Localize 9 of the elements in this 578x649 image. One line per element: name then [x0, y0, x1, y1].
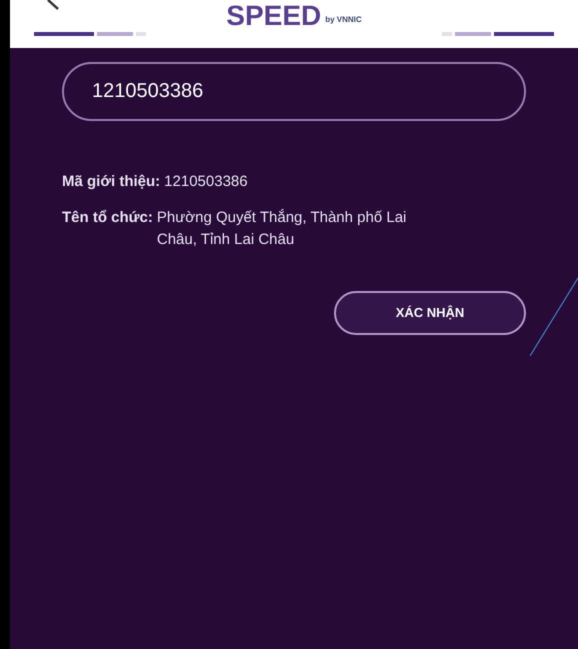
app-logo: SPEED [226, 2, 322, 30]
field-value: Phường Quyết Thắng, Thành phố Lai Châu, Tỉnh Lai Châu [156, 208, 408, 250]
confirm-button[interactable]: XÁC NHẬN [334, 291, 526, 335]
code-input-field[interactable]: 1210503386 [62, 62, 526, 121]
logo-tagline: by VNNIC [325, 14, 362, 26]
back-icon[interactable] [46, 0, 60, 10]
field-label: Tên tổ chức: [62, 208, 153, 228]
field-label: Mã giới thiệu: [62, 172, 160, 192]
field-value: 1210503386 [164, 172, 248, 192]
